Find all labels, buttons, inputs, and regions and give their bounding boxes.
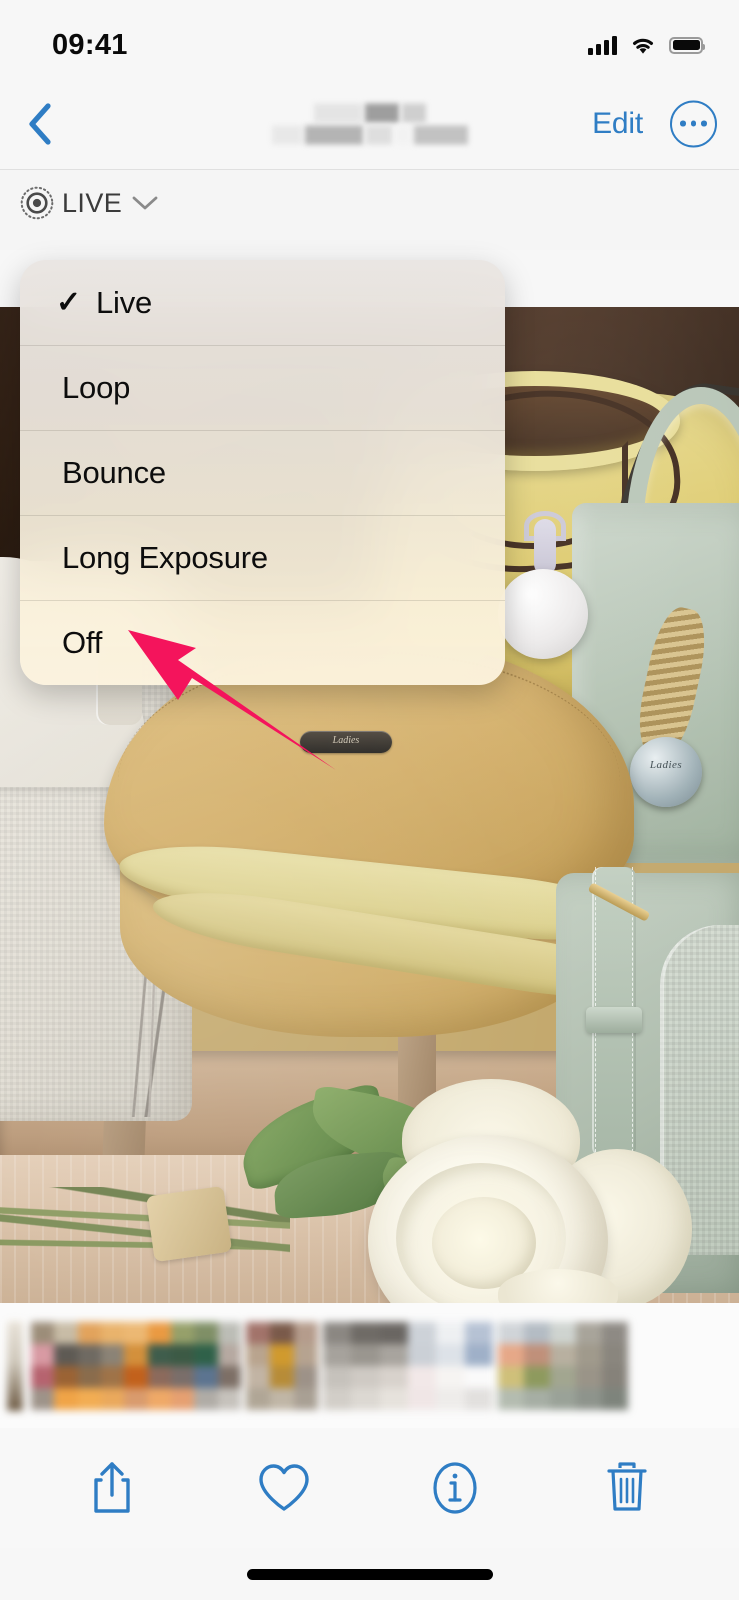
filmstrip-thumbnails	[0, 1317, 628, 1414]
share-icon	[94, 1462, 130, 1513]
info-circle-icon	[433, 1462, 477, 1514]
battery-full-icon	[669, 36, 705, 54]
menu-item-off[interactable]: Off	[20, 600, 505, 685]
filmstrip-thumb[interactable]	[323, 1321, 493, 1410]
bottom-toolbar	[0, 1428, 739, 1548]
menu-item-label: Off	[62, 624, 103, 660]
favorite-button[interactable]	[245, 1449, 323, 1527]
edit-button[interactable]: Edit	[592, 107, 643, 141]
share-button[interactable]	[73, 1449, 151, 1527]
ellipsis-dot	[680, 120, 686, 127]
photos-detail-screen: 09:41 Edit LIVE Ladies Ladies ✓ Live Loo…	[0, 0, 739, 1600]
more-options-button[interactable]	[670, 100, 717, 147]
live-photo-icon	[20, 186, 54, 220]
delete-button[interactable]	[588, 1449, 666, 1527]
menu-item-bounce[interactable]: Bounce	[20, 430, 505, 515]
live-photo-effects-menu[interactable]: ✓ Live Loop Bounce Long Exposure Off	[20, 260, 505, 685]
live-badge-bar: LIVE	[0, 170, 739, 250]
status-bar-icons	[588, 35, 705, 55]
menu-item-label: Live	[96, 284, 153, 320]
home-indicator	[246, 1569, 493, 1580]
status-bar: 09:41	[0, 0, 739, 78]
menu-item-label: Long Exposure	[62, 539, 268, 575]
ellipsis-dot	[690, 120, 697, 127]
info-button[interactable]	[416, 1449, 494, 1527]
chevron-down-icon	[132, 196, 158, 210]
title-redacted-line-2	[271, 125, 468, 144]
checkmark-icon: ✓	[56, 285, 81, 319]
wifi-icon	[633, 38, 653, 54]
ellipsis-dot	[701, 120, 707, 127]
menu-item-long-exposure[interactable]: Long Exposure	[20, 515, 505, 600]
signal-bars-icon	[588, 35, 617, 55]
status-bar-time: 09:41	[52, 28, 128, 61]
filmstrip-selected-indicator[interactable]	[4, 1317, 26, 1414]
photo-filmstrip[interactable]	[0, 1303, 739, 1428]
live-photo-badge-button[interactable]: LIVE	[20, 186, 160, 220]
menu-item-label: Bounce	[62, 454, 166, 490]
filmstrip-thumb[interactable]	[246, 1321, 318, 1410]
menu-item-loop[interactable]: Loop	[20, 345, 505, 430]
filmstrip-thumb[interactable]	[31, 1321, 241, 1410]
live-badge-label: LIVE	[62, 187, 123, 218]
trash-icon	[607, 1462, 647, 1511]
heart-icon	[258, 1464, 309, 1511]
menu-item-label: Loop	[62, 369, 131, 405]
filmstrip-thumb[interactable]	[498, 1321, 628, 1410]
menu-item-live[interactable]: ✓ Live	[20, 260, 505, 345]
navigation-bar: Edit	[0, 78, 739, 170]
title-redacted-line-1	[313, 103, 426, 122]
